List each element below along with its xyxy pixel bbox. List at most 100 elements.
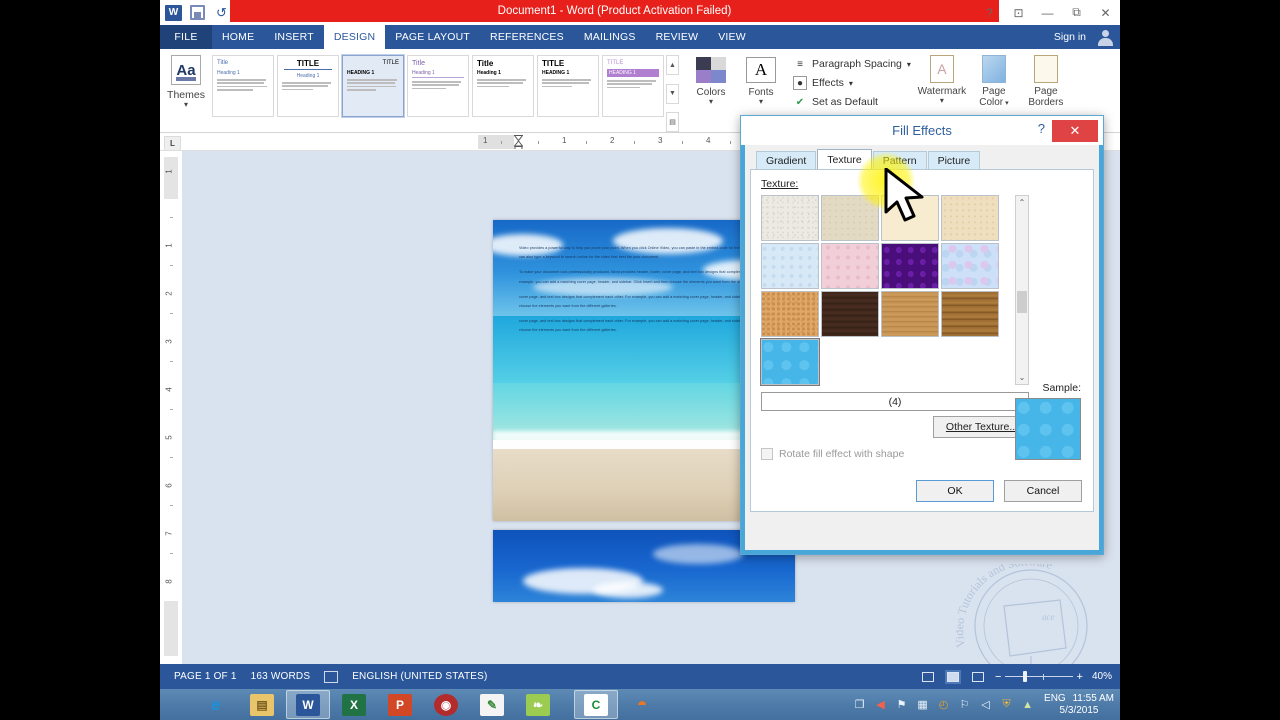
cancel-button[interactable]: Cancel	[1004, 480, 1082, 502]
language-indicator[interactable]: ENGLISH (UNITED STATES)	[352, 671, 487, 682]
texture-swatch-stationery[interactable]	[941, 195, 999, 241]
ribbon-display-options-button[interactable]: ⊡	[1004, 0, 1033, 25]
chevron-down-icon[interactable]: ▾	[184, 101, 188, 109]
rotate-fill-row[interactable]: Rotate fill effect with shape	[761, 448, 904, 460]
scroll-up-icon[interactable]: ⌃	[1016, 196, 1028, 209]
paragraph-spacing-button[interactable]: ≡ Paragraph Spacing ▾	[793, 57, 911, 71]
scroll-down-icon[interactable]: ⌄	[1016, 371, 1028, 384]
zoom-in-button[interactable]: +	[1077, 671, 1083, 682]
style-card[interactable]: TITLE HEADING 1	[537, 55, 599, 117]
close-button[interactable]: ✕	[1091, 0, 1120, 25]
texture-swatch-cork[interactable]	[761, 291, 819, 337]
window-title: Document1 - Word (Product Activation Fai…	[497, 5, 732, 17]
set-as-default-button[interactable]: ✔ Set as Default	[793, 95, 911, 109]
read-mode-icon[interactable]	[920, 670, 936, 684]
show-desktop-icon[interactable]: ❐	[852, 697, 867, 712]
dialog-help-button[interactable]: ?	[1038, 121, 1045, 136]
tab-references[interactable]: REFERENCES	[480, 25, 574, 49]
rotate-fill-checkbox[interactable]	[761, 448, 773, 460]
chevron-down-icon[interactable]: ▾	[709, 98, 713, 106]
tab-home[interactable]: HOME	[212, 25, 264, 49]
network-icon[interactable]: ▲	[1020, 697, 1035, 712]
page-indicator[interactable]: PAGE 1 OF 1	[174, 671, 237, 682]
dialog-title-bar[interactable]: Fill Effects ? ✕	[741, 116, 1103, 145]
tab-selector-button[interactable]: L	[164, 136, 181, 151]
texture-scrollbar[interactable]: ⌃ ⌄	[1015, 195, 1029, 385]
vertical-ruler[interactable]: 1 1 2 3 4 5 6 7 8	[160, 151, 182, 664]
tab-picture[interactable]: Picture	[927, 151, 981, 169]
dialog-close-button[interactable]: ✕	[1052, 120, 1098, 142]
zoom-out-button[interactable]: −	[995, 671, 1001, 682]
tab-page-layout[interactable]: PAGE LAYOUT	[385, 25, 480, 49]
tab-mailings[interactable]: MAILINGS	[574, 25, 646, 49]
tab-design[interactable]: DESIGN	[323, 25, 386, 49]
chevron-down-icon[interactable]: ▾	[940, 97, 944, 105]
sync-icon[interactable]: ◴	[936, 697, 951, 712]
tab-insert[interactable]: INSERT	[264, 25, 324, 49]
status-bar: PAGE 1 OF 1 163 WORDS ENGLISH (UNITED ST…	[160, 664, 1120, 689]
texture-swatch-bouquet[interactable]	[941, 243, 999, 289]
web-layout-icon[interactable]	[970, 670, 986, 684]
style-card[interactable]: TITLE HEADING 1	[602, 55, 664, 117]
texture-swatch-blue-tissue-paper[interactable]	[761, 243, 819, 289]
flag-icon[interactable]: ⚑	[894, 697, 909, 712]
firefox-icon[interactable]: ◓	[620, 690, 664, 719]
style-card[interactable]: TITLE Heading 1	[277, 55, 339, 117]
help-button[interactable]: ?	[975, 0, 1004, 25]
proofing-errors-icon[interactable]	[324, 670, 339, 683]
tab-gradient[interactable]: Gradient	[756, 151, 817, 169]
zoom-level[interactable]: 40%	[1092, 671, 1112, 682]
gallery-scroll-down[interactable]: ▼	[666, 83, 679, 104]
powerpoint-taskbar-icon[interactable]: P	[378, 690, 422, 719]
nero-icon[interactable]: ◉	[424, 690, 468, 719]
clock[interactable]: ENG 11:55 AM 5/3/2015	[1044, 693, 1114, 717]
colors-button[interactable]: Colors ▾	[687, 57, 735, 132]
style-card-selected[interactable]: TITLE HEADING 1	[341, 54, 405, 118]
print-layout-icon[interactable]	[944, 669, 961, 684]
internet-explorer-icon[interactable]: e	[194, 690, 238, 719]
tab-file[interactable]: FILE	[160, 25, 212, 49]
texture-swatch-pink-tissue-paper[interactable]	[821, 243, 879, 289]
style-card[interactable]: Title Heading 1	[472, 55, 534, 117]
sign-in-link[interactable]: Sign in	[1054, 25, 1086, 49]
volume-icon[interactable]: ◀	[873, 697, 888, 712]
restore-button[interactable]: ⧉	[1062, 0, 1091, 25]
themes-button[interactable]: Aa Themes ▾	[160, 49, 212, 133]
file-explorer-icon[interactable]: ▤	[240, 690, 284, 719]
save-icon[interactable]	[189, 4, 206, 21]
paint-icon[interactable]: ✎	[470, 690, 514, 719]
zoom-slider-handle[interactable]	[1022, 671, 1027, 682]
texture-swatch-oak[interactable]	[881, 291, 939, 337]
gallery-scroll-up[interactable]: ▲	[666, 55, 679, 75]
style-set-gallery: Title Heading 1 TITLE Heading 1 TITLE HE…	[212, 49, 664, 132]
effects-button[interactable]: ● Effects ▾	[793, 76, 911, 90]
shield-icon[interactable]: ⛨	[999, 697, 1014, 712]
word-count[interactable]: 163 WORDS	[251, 671, 311, 682]
tab-view[interactable]: VIEW	[708, 25, 756, 49]
leaf-app-icon[interactable]: ❧	[516, 690, 560, 719]
start-button[interactable]	[160, 689, 192, 720]
texture-swatch-newsprint[interactable]	[761, 195, 819, 241]
texture-name-field: (4)	[761, 392, 1029, 411]
style-card[interactable]: Title Heading 1	[212, 55, 274, 117]
texture-swatch-water-droplets-selected[interactable]	[760, 338, 820, 386]
camtasia-icon[interactable]: C	[574, 690, 618, 719]
speaker-icon[interactable]: ◁	[978, 697, 993, 712]
tab-review[interactable]: REVIEW	[646, 25, 709, 49]
chevron-down-icon[interactable]: ▾	[759, 98, 763, 106]
gallery-more-button[interactable]: ▤	[666, 112, 679, 132]
word-taskbar-icon[interactable]: W	[286, 690, 330, 719]
texture-swatch-medium-wood[interactable]	[941, 291, 999, 337]
texture-swatch-walnut[interactable]	[821, 291, 879, 337]
action-center-icon[interactable]: ⚐	[957, 697, 972, 712]
texture-swatch-purple-mesh[interactable]	[881, 243, 939, 289]
style-card[interactable]: Title Heading 1	[407, 55, 469, 117]
chevron-down-icon[interactable]: ▾	[849, 79, 853, 88]
ok-button[interactable]: OK	[916, 480, 994, 502]
scrollbar-thumb[interactable]	[1017, 291, 1027, 313]
excel-taskbar-icon[interactable]: X	[332, 690, 376, 719]
undo-icon[interactable]: ↺	[213, 4, 230, 21]
zoom-slider[interactable]: − +	[995, 670, 1083, 684]
network-error-icon[interactable]: ▦	[915, 697, 930, 712]
minimize-button[interactable]: —	[1033, 0, 1062, 25]
